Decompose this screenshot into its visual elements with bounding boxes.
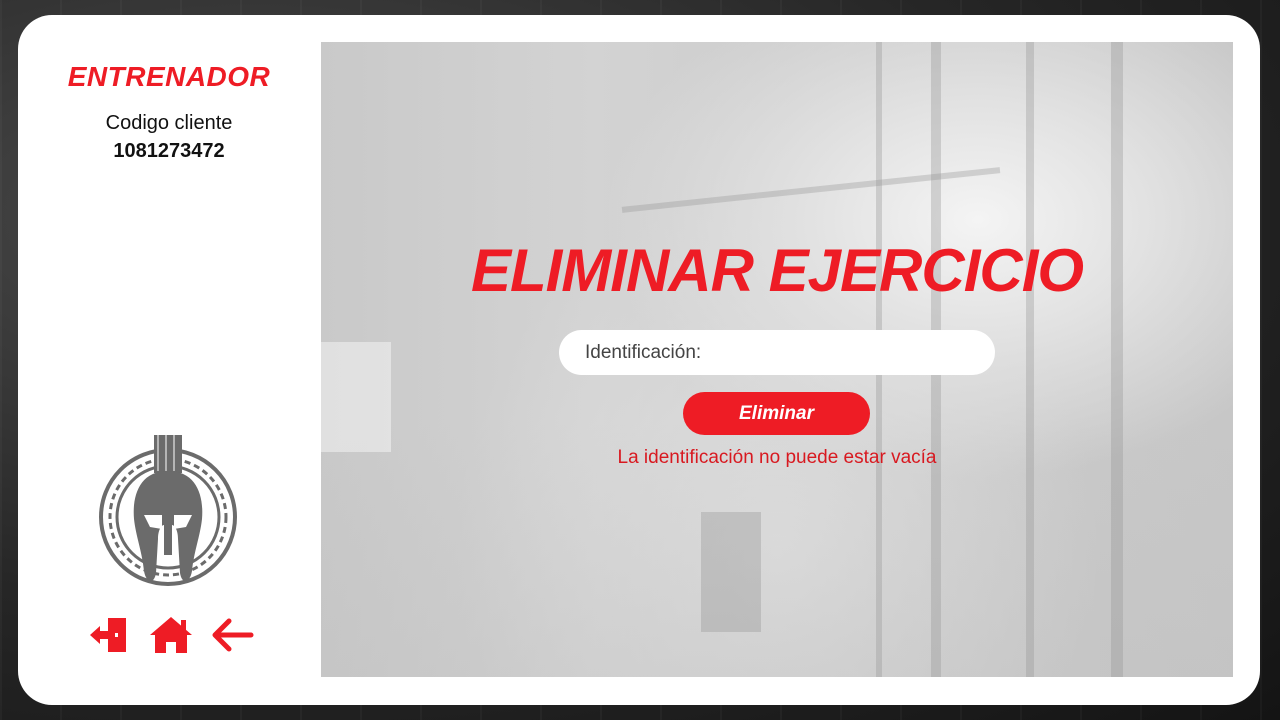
page-title: ELIMINAR EJERCICIO xyxy=(470,237,1084,304)
home-icon[interactable] xyxy=(147,612,195,658)
arrow-left-icon[interactable] xyxy=(208,612,256,658)
role-title: ENTRENADOR xyxy=(67,61,271,92)
client-code-label: Codigo cliente xyxy=(105,112,233,134)
identification-input[interactable]: Identificación: xyxy=(559,330,995,375)
nav-icons xyxy=(86,612,256,658)
logout-icon[interactable] xyxy=(86,612,134,658)
delete-button[interactable]: Eliminar xyxy=(683,392,870,435)
sidebar: ENTRENADOR Codigo cliente 1081273472 xyxy=(18,15,320,705)
client-code-value: 1081273472 xyxy=(113,140,225,162)
spartan-helmet-logo xyxy=(96,433,240,589)
main-panel: ELIMINAR EJERCICIO Identificación: Elimi… xyxy=(321,42,1233,677)
identification-placeholder: Identificación: xyxy=(585,341,702,363)
error-message: La identificación no puede estar vacía xyxy=(617,447,937,468)
